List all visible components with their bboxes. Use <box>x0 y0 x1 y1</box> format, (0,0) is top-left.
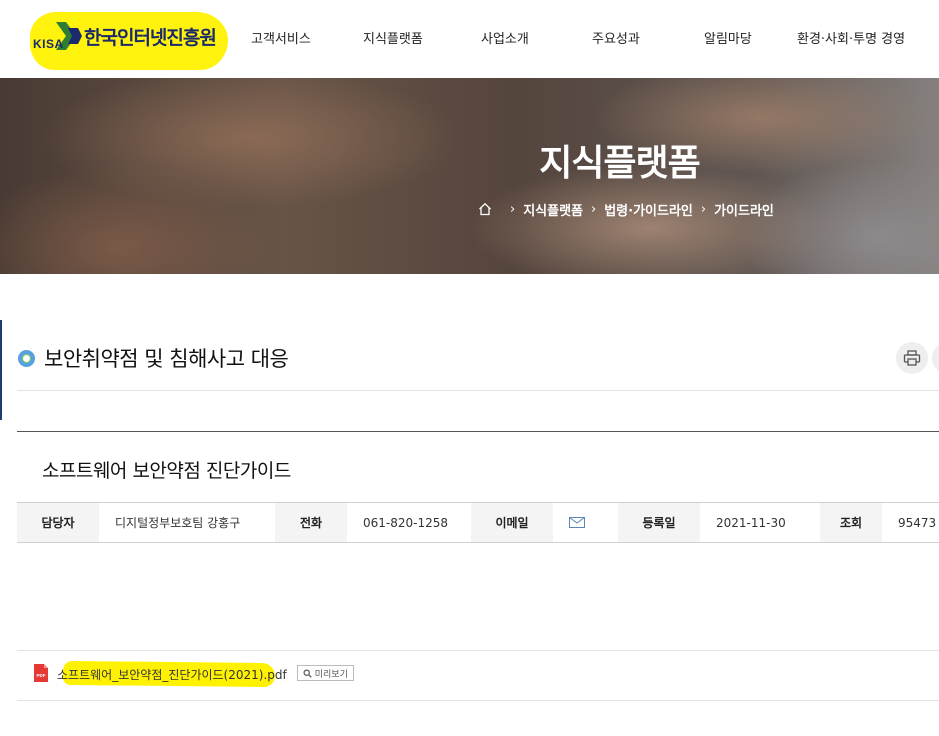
section-title: 보안취약점 및 침해사고 대응 <box>44 347 289 371</box>
breadcrumb-item-guideline[interactable]: 가이드라인 <box>714 200 774 219</box>
magnifier-icon <box>303 669 312 678</box>
post-info-table: 담당자 디지털정부보호팀 강홍구 전화 061-820-1258 이메일 등록일… <box>17 502 939 543</box>
pdf-file-icon: PDF <box>34 664 48 682</box>
email-label: 이메일 <box>471 503 553 542</box>
breadcrumb-item-knowledge[interactable]: 지식플랫폼 <box>523 200 583 219</box>
date-value: 2021-11-30 <box>700 503 820 542</box>
chevron-right-icon: › <box>510 201 516 217</box>
file-name-wrap: 소프트웨어_보안약점_진단가이드(2021).pdf <box>57 660 287 687</box>
manager-value: 디지털정부보호팀 강홍구 <box>99 503 275 542</box>
views-value: 95473 <box>882 503 939 542</box>
home-icon[interactable] <box>478 202 492 216</box>
nav-customer-service[interactable]: 고객서비스 <box>251 28 311 47</box>
preview-button[interactable]: 미리보기 <box>296 665 354 681</box>
section-heading: 보안취약점 및 침해사고 대응 <box>18 343 289 373</box>
print-button[interactable] <box>896 342 928 374</box>
preview-label: 미리보기 <box>314 669 348 680</box>
divider <box>17 390 939 391</box>
site-header: KISA 한국인터넷진흥원 고객서비스 지식플랫폼 사업소개 주요성과 알림마당… <box>0 0 939 78</box>
attachment-file-link[interactable]: 소프트웨어_보안약점_진단가이드(2021).pdf <box>57 668 287 682</box>
date-label: 등록일 <box>618 503 700 542</box>
share-button[interactable] <box>932 342 939 374</box>
logo-name: 한국인터넷진흥원 <box>84 27 217 49</box>
chevron-right-icon: › <box>591 201 597 217</box>
nav-esg[interactable]: 환경·사회·투명 경영 <box>797 28 905 47</box>
divider <box>17 700 939 701</box>
divider <box>17 650 939 651</box>
main-navigation: 고객서비스 지식플랫폼 사업소개 주요성과 알림마당 환경·사회·투명 경영 <box>232 0 939 78</box>
left-edge-bar <box>0 320 2 420</box>
phone-label: 전화 <box>275 503 347 542</box>
site-logo[interactable]: KISA 한국인터넷진흥원 <box>30 12 228 70</box>
manager-label: 담당자 <box>17 503 99 542</box>
breadcrumb-item-law-guide[interactable]: 법령·가이드라인 <box>604 200 693 219</box>
views-label: 조회 <box>820 503 882 542</box>
nav-knowledge-platform[interactable]: 지식플랫폼 <box>363 28 423 47</box>
hero-banner: 지식플랫폼 › 지식플랫폼 › 법령·가이드라인 › 가이드라인 <box>0 78 939 274</box>
attachment-row: PDF 소프트웨어_보안약점_진단가이드(2021).pdf 미리보기 <box>33 660 354 687</box>
pdf-badge-label: PDF <box>37 673 46 678</box>
circle-bullet-icon <box>18 349 35 367</box>
nav-achievements[interactable]: 주요성과 <box>592 28 640 47</box>
hero-title: 지식플랫폼 <box>539 143 701 184</box>
phone-value: 061-820-1258 <box>347 503 471 542</box>
breadcrumb: › 지식플랫폼 › 법령·가이드라인 › 가이드라인 <box>478 200 774 219</box>
nav-business-intro[interactable]: 사업소개 <box>481 28 529 47</box>
chevron-right-icon: › <box>700 201 707 217</box>
board-top-border <box>17 431 939 432</box>
logo-abbr: KISA <box>33 37 64 51</box>
post-title: 소프트웨어 보안약점 진단가이드 <box>42 460 291 482</box>
email-value <box>553 503 618 542</box>
mail-icon[interactable] <box>569 517 585 528</box>
printer-icon <box>903 350 921 366</box>
nav-notice[interactable]: 알림마당 <box>704 28 752 47</box>
